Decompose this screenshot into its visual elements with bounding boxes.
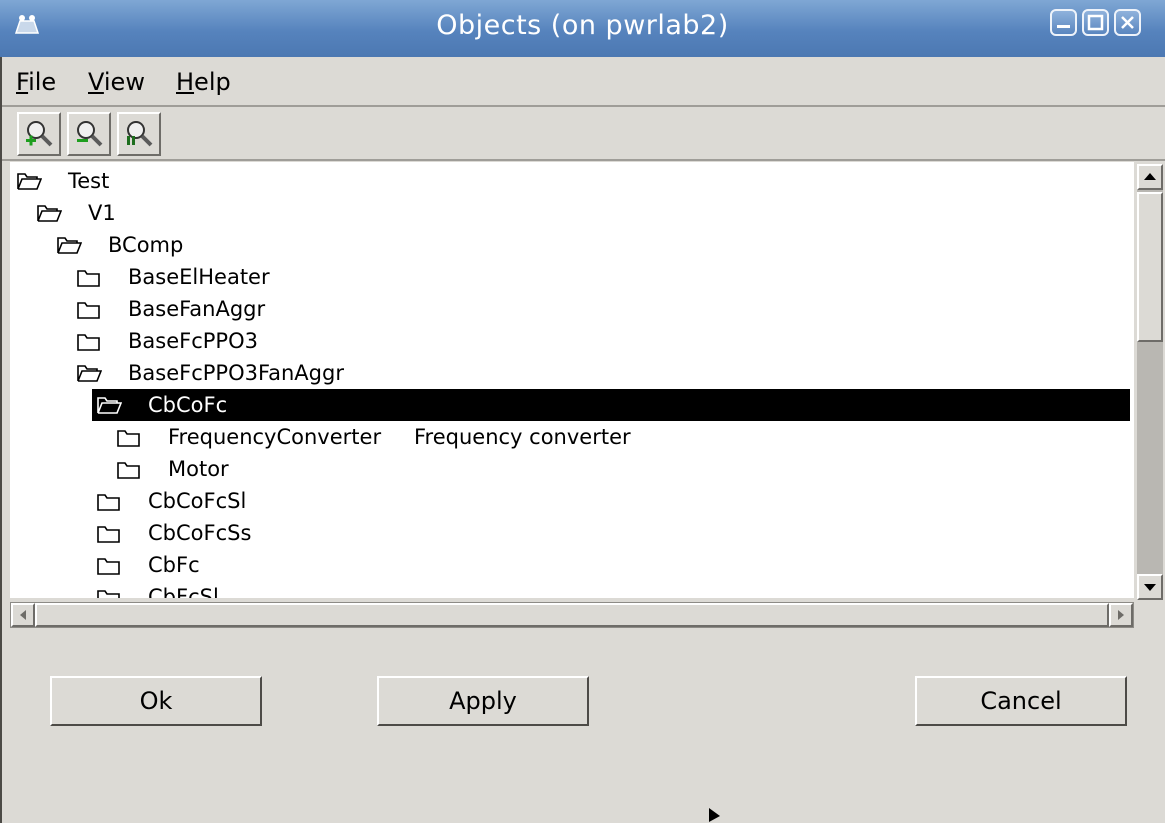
menu-help-mnemonic: H [176, 68, 195, 96]
tree-row[interactable]: BaseFcPPO3 [10, 325, 1130, 357]
arrow-left-icon [20, 610, 26, 620]
arrow-down-icon [1144, 584, 1156, 591]
zoom-out-icon [77, 121, 103, 147]
folder-closed-icon[interactable] [76, 298, 102, 320]
menu-bar: File View Help [0, 57, 1165, 107]
cancel-button[interactable]: Cancel [915, 676, 1127, 726]
selection-highlight [92, 389, 1130, 421]
tree-row[interactable]: CbCoFcSs [10, 517, 1130, 549]
vertical-scroll-thumb[interactable] [1137, 192, 1163, 342]
tree-row[interactable]: CbFc [10, 549, 1130, 581]
menu-help-label: elp [194, 68, 231, 96]
folder-open-icon[interactable] [96, 394, 122, 416]
menu-view-mnemonic: V [88, 68, 104, 96]
folder-open-icon[interactable] [76, 362, 102, 384]
tree-item-label: CbCoFc [148, 393, 228, 417]
zoom-in-button[interactable] [17, 112, 61, 156]
tree-row[interactable]: BaseElHeater [10, 261, 1130, 293]
tree-item-description: Frequency converter [414, 425, 631, 449]
tree-row[interactable]: BaseFcPPO3FanAggr [10, 357, 1130, 389]
folder-closed-icon[interactable] [96, 586, 122, 598]
apply-button[interactable]: Apply [377, 676, 589, 726]
minimize-icon [1057, 25, 1070, 28]
scroll-up-button[interactable] [1137, 164, 1163, 190]
folder-closed-icon[interactable] [96, 490, 122, 512]
tree-item-label: BaseFanAggr [128, 297, 266, 321]
tree-row[interactable]: CbFcSl [10, 581, 1130, 598]
folder-closed-icon[interactable] [116, 458, 142, 480]
mouse-cursor-icon [709, 808, 720, 822]
menu-view[interactable]: View [88, 68, 145, 96]
horizontal-scroll-thumb[interactable] [35, 603, 1109, 627]
tree-item-label: CbFcSl [148, 585, 219, 598]
tree-row[interactable]: BComp [10, 229, 1130, 261]
tree-item-label: BComp [108, 233, 184, 257]
zoom-reset-button[interactable] [117, 112, 161, 156]
scroll-left-button[interactable] [11, 603, 35, 627]
ok-button[interactable]: Ok [50, 676, 262, 726]
maximize-button[interactable] [1082, 9, 1109, 36]
folder-open-icon[interactable] [36, 202, 62, 224]
tree-row[interactable]: FrequencyConverter Frequency converter [10, 421, 1130, 453]
tree-item-label: BaseFcPPO3FanAggr [128, 361, 344, 385]
tree-item-label: CbCoFcSl [148, 489, 247, 513]
horizontal-scrollbar[interactable] [10, 602, 1134, 628]
arrow-right-icon [1118, 610, 1124, 620]
minimize-button[interactable] [1050, 9, 1077, 36]
folder-closed-icon[interactable] [76, 330, 102, 352]
window-border [0, 57, 2, 823]
menu-view-label: iew [103, 68, 145, 96]
folder-closed-icon[interactable] [96, 522, 122, 544]
menu-file[interactable]: File [16, 68, 56, 96]
tree-row[interactable]: BaseFanAggr [10, 293, 1130, 325]
folder-closed-icon[interactable] [96, 554, 122, 576]
menu-file-label: ile [28, 68, 57, 96]
zoom-out-button[interactable] [67, 112, 111, 156]
tree-row-selected[interactable]: CbCoFc [10, 389, 1130, 421]
arrow-up-icon [1144, 173, 1156, 180]
tree-row[interactable]: Motor [10, 453, 1130, 485]
vertical-scrollbar[interactable] [1137, 164, 1163, 600]
tree-item-label: BaseElHeater [128, 265, 270, 289]
folder-open-icon[interactable] [56, 234, 82, 256]
folder-open-icon[interactable] [16, 170, 42, 192]
tree-row[interactable]: Test [10, 165, 1130, 197]
tree-item-label: FrequencyConverter [168, 425, 382, 449]
menu-help[interactable]: Help [176, 68, 231, 96]
close-icon [1121, 16, 1134, 29]
tree-item-label: BaseFcPPO3 [128, 329, 258, 353]
scroll-right-button[interactable] [1109, 603, 1133, 627]
folder-closed-icon[interactable] [116, 426, 142, 448]
tree-item-label: CbCoFcSs [148, 521, 252, 545]
title-bar[interactable]: Objects (on pwrlab2) [0, 0, 1165, 58]
menu-file-mnemonic: F [16, 68, 29, 96]
tree-item-label: Test [68, 169, 110, 193]
tree-row[interactable]: V1 [10, 197, 1130, 229]
tree-item-label: Motor [168, 457, 229, 481]
tree-item-label: V1 [88, 201, 116, 225]
zoom-reset-icon [127, 121, 153, 147]
folder-closed-icon[interactable] [76, 266, 102, 288]
scroll-down-button[interactable] [1137, 574, 1163, 600]
object-tree[interactable]: Test V1 BComp BaseElHeater BaseFanAggr BaseFc… [10, 162, 1134, 598]
window-title: Objects (on pwrlab2) [436, 10, 729, 41]
zoom-in-icon [26, 121, 53, 147]
close-button[interactable] [1114, 9, 1141, 36]
toolbar [0, 107, 1165, 161]
maximize-icon [1087, 14, 1104, 31]
tree-row[interactable]: CbCoFcSl [10, 485, 1130, 517]
tree-item-label: CbFc [148, 553, 200, 577]
